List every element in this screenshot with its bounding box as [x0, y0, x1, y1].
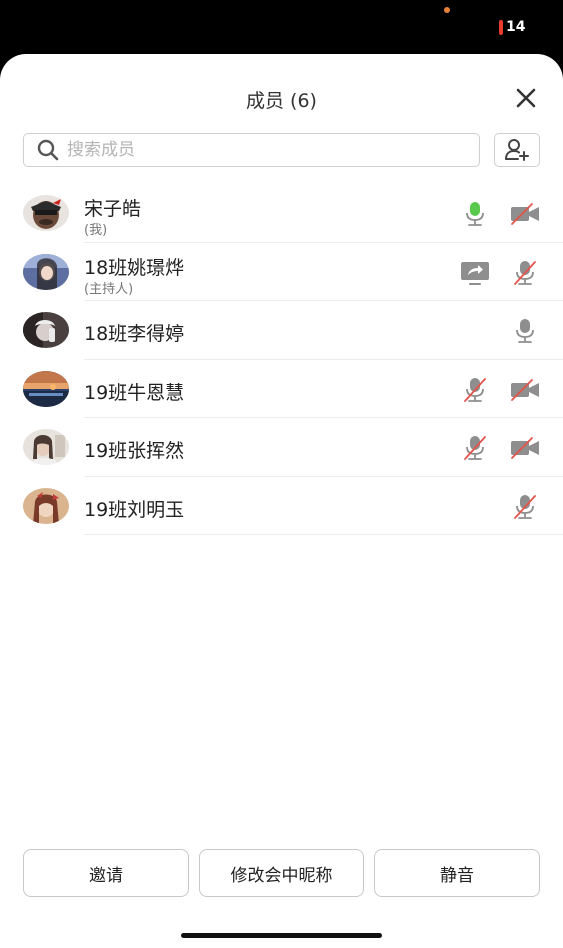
camera-off-icon[interactable]: [510, 435, 540, 461]
member-row[interactable]: 18班李得婷: [0, 301, 563, 360]
member-list: 宋子皓 (我) 18班姚璟烨 (主持人) 18班李得婷 19班牛恩慧 19班张挥…: [0, 184, 563, 535]
rename-button[interactable]: 修改会中昵称: [199, 849, 364, 897]
camera-off-icon[interactable]: [510, 201, 540, 227]
home-indicator[interactable]: [181, 933, 382, 938]
mic-muted-icon[interactable]: [510, 494, 540, 520]
member-row[interactable]: 18班姚璟烨 (主持人): [0, 243, 563, 301]
mic-active-icon[interactable]: [460, 201, 490, 227]
member-role: (我): [84, 223, 108, 238]
avatar: [23, 253, 69, 290]
member-row[interactable]: 宋子皓 (我): [0, 184, 563, 243]
avatar: [23, 429, 69, 465]
mute-all-button[interactable]: 静音: [374, 849, 540, 897]
mic-muted-icon[interactable]: [460, 435, 490, 461]
mic-icon[interactable]: [510, 318, 540, 344]
battery-level-bar: [499, 19, 503, 35]
battery-indicator: 14: [499, 19, 525, 35]
avatar: [23, 487, 69, 524]
status-bar: 14: [0, 0, 563, 56]
camera-indicator-dot: [444, 7, 450, 13]
avatar: [23, 195, 69, 231]
battery-level-text: 14: [506, 19, 526, 35]
search-input[interactable]: [65, 139, 449, 161]
close-icon[interactable]: [515, 87, 537, 109]
invite-button[interactable]: 邀请: [23, 849, 189, 897]
avatar: [23, 312, 69, 348]
member-name: 19班刘明玉: [84, 498, 185, 521]
add-user-icon: [505, 139, 529, 161]
member-name: 19班牛恩慧: [84, 381, 185, 404]
member-row[interactable]: 19班牛恩慧: [0, 360, 563, 418]
members-sheet: 成员 (6) 搜索成员 宋子皓 (我) 18班姚璟烨 (主持人) 18班李得婷 …: [0, 54, 563, 948]
add-member-button[interactable]: [494, 133, 540, 167]
row-divider: [84, 534, 563, 535]
member-name: 宋子皓: [84, 198, 142, 220]
member-name: 18班李得婷: [84, 323, 185, 345]
member-name: 19班张挥然: [84, 440, 185, 462]
sheet-title: 成员 (6): [246, 90, 317, 112]
member-name: 18班姚璟烨: [84, 256, 185, 279]
member-role: (主持人): [84, 281, 134, 297]
camera-off-icon[interactable]: [510, 377, 540, 403]
member-row[interactable]: 19班刘明玉: [0, 477, 563, 535]
screen-share-icon[interactable]: [460, 260, 490, 286]
mic-muted-icon[interactable]: [460, 377, 490, 403]
search-box[interactable]: [23, 133, 480, 167]
search-icon: [37, 139, 59, 161]
avatar: [23, 370, 69, 407]
member-row[interactable]: 19班张挥然: [0, 418, 563, 477]
mic-muted-icon[interactable]: [510, 260, 540, 286]
